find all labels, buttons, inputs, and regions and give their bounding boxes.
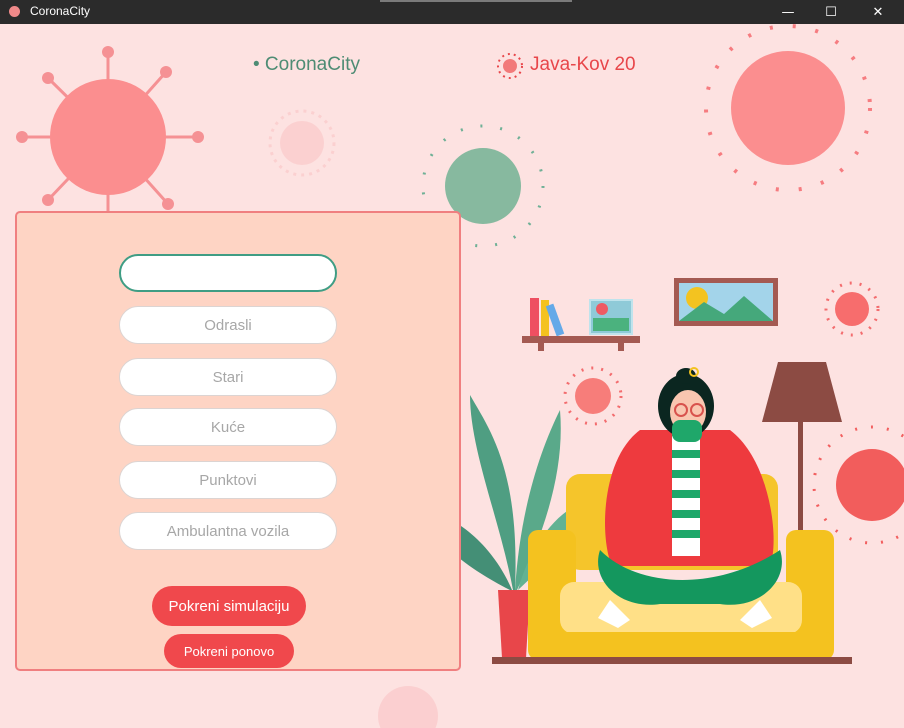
restart-simulation-button[interactable]: Pokreni ponovo bbox=[164, 634, 294, 668]
virus-icon bbox=[824, 281, 880, 337]
population-children-field[interactable] bbox=[119, 254, 337, 292]
start-simulation-button[interactable]: Pokreni simulaciju bbox=[152, 586, 306, 626]
wall-picture bbox=[674, 278, 778, 326]
virus-icon bbox=[16, 46, 204, 236]
virus-icon bbox=[563, 366, 623, 426]
virus-icon bbox=[378, 686, 438, 728]
adults-field[interactable] bbox=[119, 306, 337, 344]
bookshelf bbox=[522, 298, 640, 351]
checkpoints-field[interactable] bbox=[119, 461, 337, 499]
person-illustration bbox=[598, 367, 782, 628]
elderly-field[interactable] bbox=[119, 358, 337, 396]
houses-field[interactable] bbox=[119, 408, 337, 446]
team-name-label: Java-Kov 20 bbox=[530, 54, 636, 75]
virus-icon bbox=[268, 109, 336, 177]
virus-icon bbox=[704, 24, 872, 192]
virus-icon bbox=[497, 53, 523, 79]
app-name-label: • CoronaCity bbox=[253, 54, 360, 75]
app-window: CoronaCity — ☐ ✕ • CoronaCity Java-Kov 2… bbox=[0, 0, 904, 728]
ambulances-field[interactable] bbox=[119, 512, 337, 550]
virus-icon bbox=[812, 425, 904, 545]
